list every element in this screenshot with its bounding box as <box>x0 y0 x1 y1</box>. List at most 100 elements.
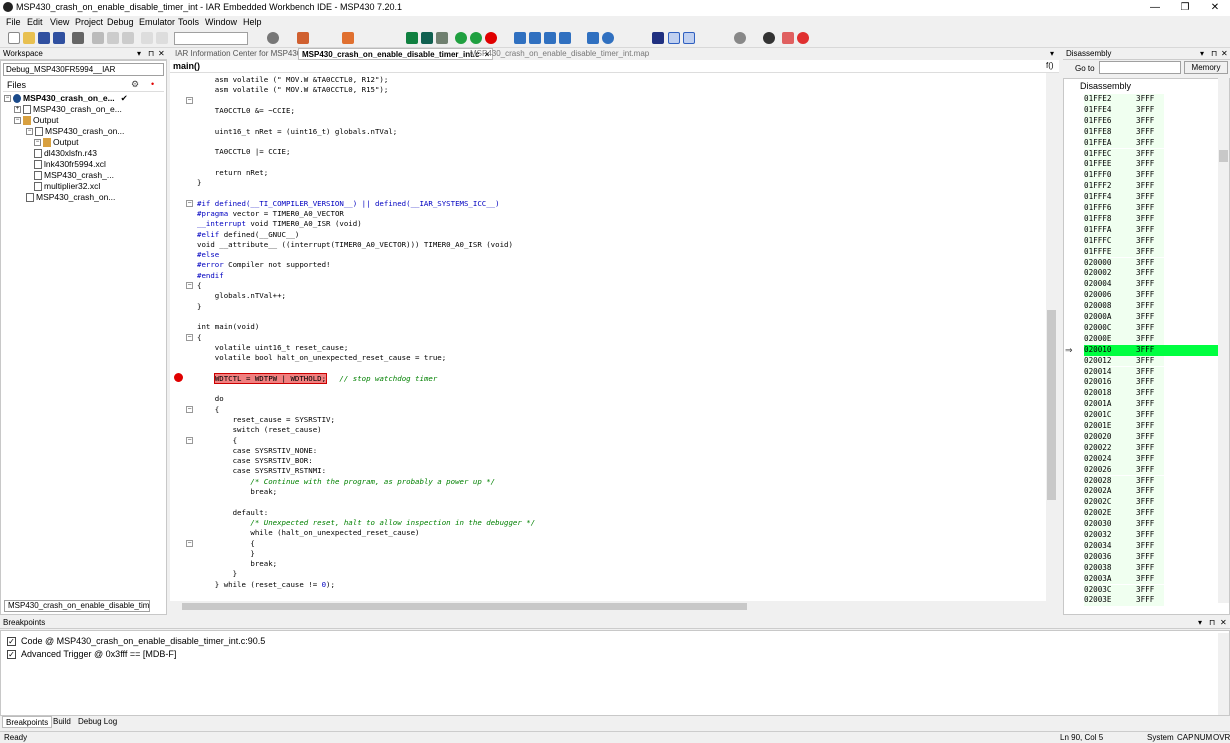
disassembly-row[interactable]: 02001A 3FFF <box>1084 399 1164 411</box>
disassembly-close-icon[interactable]: ✕ <box>1221 49 1228 58</box>
disassembly-row[interactable]: 020008 3FFF <box>1084 301 1164 312</box>
expand-toggle-icon[interactable]: − <box>34 139 41 147</box>
code-line[interactable]: } <box>197 569 237 579</box>
error-icon[interactable] <box>342 32 354 44</box>
code-line[interactable]: uint16_t nRet = (uint16_t) globals.nTVal… <box>197 127 397 137</box>
disassembly-row[interactable]: 01FFEA 3FFF <box>1084 137 1164 149</box>
code-line[interactable]: case SYSRSTIV_BOR: <box>197 456 313 466</box>
code-line[interactable]: case SYSRSTIV_RSTNMI: <box>197 466 326 476</box>
save-icon[interactable] <box>38 32 50 44</box>
disassembly-row[interactable]: 01FFE4 3FFF <box>1084 104 1164 116</box>
function-list-icon[interactable]: f() <box>1046 61 1054 70</box>
menu-window[interactable]: Window <box>205 17 237 27</box>
menu-emulator[interactable]: Emulator <box>139 17 175 27</box>
menu-edit[interactable]: Edit <box>27 17 43 27</box>
disassembly-pin-icon[interactable]: ⊓ <box>1211 49 1217 58</box>
code-line[interactable]: do <box>197 394 224 404</box>
code-line[interactable]: while (halt_on_unexpected_reset_cause) <box>197 528 419 538</box>
tab-map-file[interactable]: MSP430_crash_on_enable_disable_timer_int… <box>467 48 652 60</box>
copy-icon[interactable] <box>107 32 119 44</box>
minimize-button[interactable]: — <box>1140 0 1170 16</box>
go-icon[interactable] <box>455 32 467 44</box>
breakpoints-close-icon[interactable]: ✕ <box>1220 618 1227 627</box>
menu-help[interactable]: Help <box>243 17 262 27</box>
cut-icon[interactable] <box>92 32 104 44</box>
code-line[interactable]: { <box>197 333 201 343</box>
disassembly-row[interactable]: 020006 3FFF <box>1084 290 1164 302</box>
toggle-icon[interactable] <box>668 32 680 44</box>
disassembly-row[interactable]: 020034 3FFF <box>1084 540 1164 552</box>
breakpoint-icon[interactable] <box>174 373 183 382</box>
disassembly-row[interactable]: 01FFF2 3FFF <box>1084 181 1164 193</box>
code-line[interactable]: WDTCTL = WDTPW | WDTHOLD; // stop watchd… <box>197 372 437 384</box>
disassembly-row[interactable]: 02000A 3FFF <box>1084 312 1164 323</box>
print-icon[interactable] <box>72 32 84 44</box>
code-line[interactable]: asm volatile (" MOV.W &TA0CCTL0, R15"); <box>197 85 389 95</box>
tree-item[interactable]: + MSP430_crash_on_e... <box>14 104 122 115</box>
maximize-button[interactable]: ❐ <box>1170 0 1200 16</box>
code-line[interactable]: globals.nTVal++; <box>197 291 286 301</box>
disassembly-row[interactable]: 02003A 3FFF <box>1084 573 1164 585</box>
code-line[interactable]: reset_cause = SYSRSTIV; <box>197 415 335 425</box>
code-line[interactable]: asm volatile (" MOV.W &TA0CCTL0, R12"); <box>197 75 389 85</box>
disassembly-row[interactable]: 02003C 3FFF <box>1084 584 1164 596</box>
disassembly-row[interactable]: 02002A 3FFF <box>1084 486 1164 498</box>
disassembly-row[interactable]: 020028 3FFF <box>1084 475 1164 487</box>
tree-item[interactable]: − MSP430_crash_on... <box>26 126 124 137</box>
redo-icon[interactable] <box>156 32 168 44</box>
code-line[interactable]: return nRet; <box>197 168 268 178</box>
new-file-icon[interactable] <box>8 32 20 44</box>
tree-item[interactable]: dl430xlsfn.r43 <box>34 148 97 159</box>
disassembly-row[interactable]: 01FFE2 3FFF <box>1084 94 1164 105</box>
disassembly-row[interactable]: 020000 3FFF <box>1084 257 1164 269</box>
disassembly-row[interactable]: 02002C 3FFF <box>1084 497 1164 509</box>
make-icon[interactable] <box>406 32 418 44</box>
code-line[interactable]: } <box>197 549 254 559</box>
expand-toggle-icon[interactable]: − <box>14 117 21 125</box>
disassembly-row[interactable]: 01FFFE 3FFF <box>1084 246 1164 258</box>
disassembly-row[interactable]: 020020 3FFF <box>1084 431 1164 443</box>
breakpoint-item[interactable]: ✓ Code @ MSP430_crash_on_enable_disable_t… <box>7 636 265 647</box>
menu-debug[interactable]: Debug <box>107 17 134 27</box>
disassembly-row[interactable]: 020024 3FFF <box>1084 453 1164 465</box>
disassembly-row[interactable]: 020018 3FFF <box>1084 388 1164 400</box>
disassembly-row[interactable]: 020036 3FFF <box>1084 551 1164 563</box>
save-all-icon[interactable] <box>53 32 65 44</box>
step-out-icon[interactable] <box>544 32 556 44</box>
workspace-pin-icon[interactable]: ⊓ <box>148 49 154 58</box>
paste-icon[interactable] <box>122 32 134 44</box>
disassembly-row[interactable]: 01FFFC 3FFF <box>1084 235 1164 247</box>
tree-item[interactable]: MSP430_crash_on... <box>26 192 115 203</box>
code-line[interactable]: default: <box>197 508 269 518</box>
disassembly-row[interactable]: 020002 3FFF <box>1084 268 1164 280</box>
next-statement-icon[interactable] <box>559 32 571 44</box>
disassembly-row[interactable]: 02000C 3FFF <box>1084 322 1164 334</box>
code-line[interactable]: #error Compiler not supported! <box>197 260 331 270</box>
tab-build[interactable]: Build <box>50 716 74 728</box>
current-function[interactable]: main() <box>173 61 200 71</box>
code-line[interactable]: { <box>197 405 219 415</box>
workspace-menu-icon[interactable]: ▾ <box>137 49 141 58</box>
code-line[interactable]: { <box>197 436 237 446</box>
memory-button[interactable]: Memory <box>1184 61 1228 74</box>
disassembly-row[interactable]: 01FFE6 3FFF <box>1084 115 1164 127</box>
workspace-close-icon[interactable]: ✕ <box>158 49 165 58</box>
code-line[interactable]: switch (reset_cause) <box>197 425 322 435</box>
disassembly-row[interactable]: 01FFEE 3FFF <box>1084 159 1164 171</box>
code-line[interactable]: /* Continue with the program, as probabl… <box>197 477 495 487</box>
tab-breakpoints[interactable]: Breakpoints <box>2 716 53 728</box>
disassembly-row[interactable]: 01FFEC 3FFF <box>1084 148 1164 160</box>
tree-item[interactable]: − Output <box>34 137 79 148</box>
disassembly-row[interactable]: 01FFF6 3FFF <box>1084 203 1164 214</box>
code-line[interactable]: break; <box>197 559 277 569</box>
energy-icon[interactable] <box>763 32 775 44</box>
tree-item[interactable]: lnk430fr5994.xcl <box>34 159 106 170</box>
reset-icon[interactable] <box>470 32 482 44</box>
menu-tools[interactable]: Tools <box>178 17 199 27</box>
code-line[interactable]: /* Unexpected reset, halt to allow inspe… <box>197 518 535 528</box>
breakpoint-checkbox[interactable]: ✓ <box>7 637 16 647</box>
expand-toggle-icon[interactable]: + <box>14 106 21 114</box>
code-line[interactable]: { <box>197 281 201 291</box>
expand-toggle-icon[interactable]: − <box>26 128 33 136</box>
code-line[interactable]: #pragma vector = TIMER0_A0_VECTOR <box>197 209 344 219</box>
